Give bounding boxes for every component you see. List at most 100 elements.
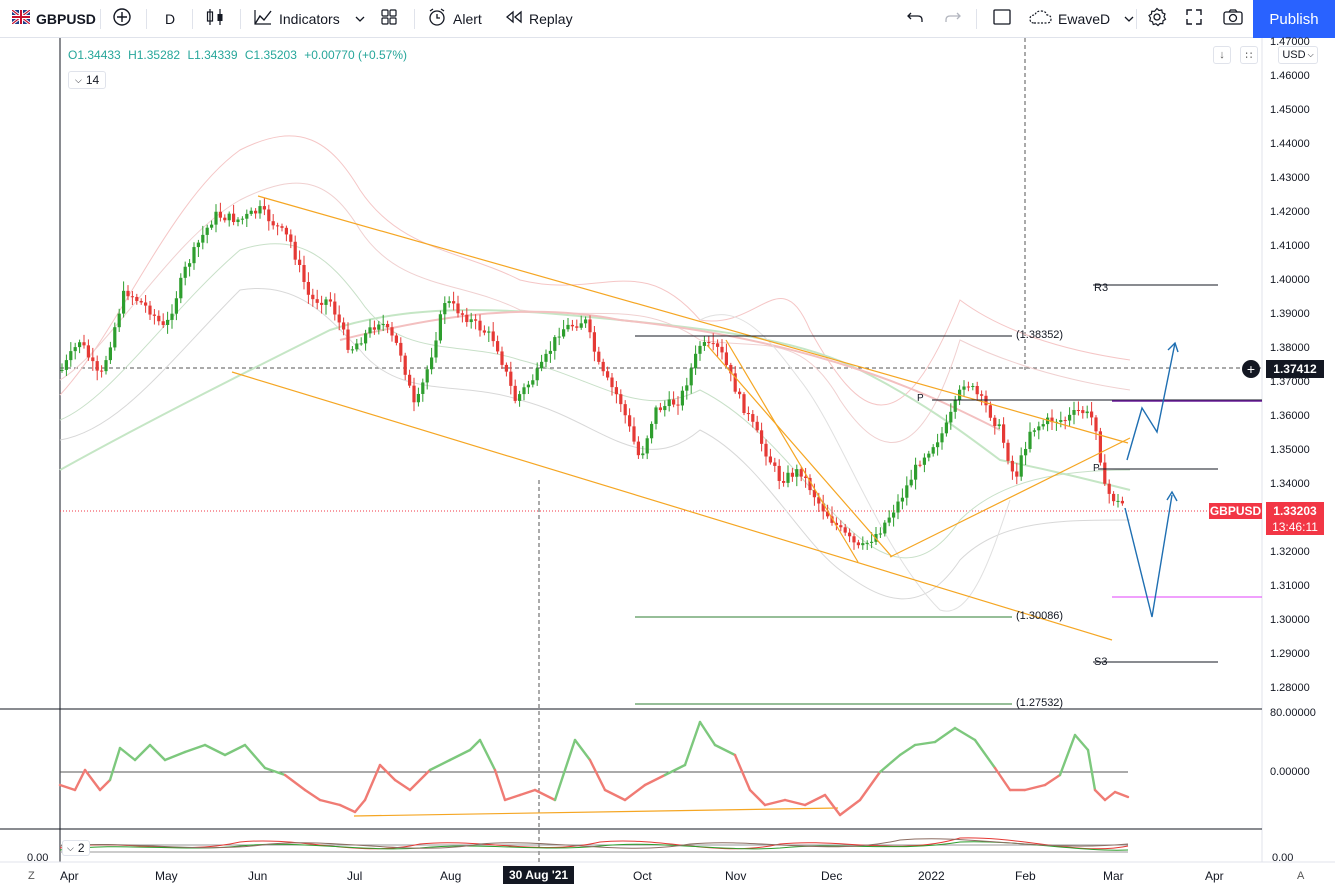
oscillator-segment (428, 758, 452, 772)
candle-body (931, 447, 935, 454)
toolbar-divider (240, 9, 241, 29)
oscillator-segment (448, 748, 472, 762)
candle-body (927, 453, 931, 458)
zoom-button[interactable]: Z (28, 870, 35, 882)
candle-body (478, 320, 482, 331)
arrow-down-icon: ↓ (1219, 49, 1225, 61)
candle-body (980, 394, 984, 396)
layout-menu-button[interactable]: EwaveD (1028, 0, 1134, 38)
price-tick: 1.40000 (1270, 274, 1310, 286)
currency-select[interactable]: USD ⌵ (1278, 46, 1318, 64)
time-tick: Mar (1103, 869, 1124, 883)
candle-body (460, 313, 464, 315)
candle-body (425, 369, 429, 383)
candle-body (249, 210, 253, 214)
plus-circle-icon (112, 7, 132, 31)
time-tick: Jul (347, 869, 363, 883)
undo-button[interactable] (906, 0, 924, 38)
redo-button[interactable] (944, 0, 962, 38)
oscillator-segment (73, 768, 87, 792)
candle-body (755, 421, 759, 431)
candle-body (975, 385, 979, 395)
candle-body (78, 342, 82, 348)
chart-type-button[interactable] (206, 0, 224, 38)
candle-body (399, 342, 403, 356)
fib-label: (1.38352) (1016, 329, 1064, 341)
candle-body (896, 501, 900, 513)
legend-change: +0.00770 (+0.57%) (304, 48, 407, 62)
candle-body (949, 411, 953, 423)
arrow-down-button[interactable]: ↓ (1213, 46, 1231, 64)
candle-body (654, 407, 658, 424)
candle-body (1006, 442, 1010, 461)
snapshot-button[interactable] (1222, 0, 1244, 38)
toolbar-divider (976, 9, 977, 29)
candle-body (1112, 493, 1116, 502)
square-icon (992, 8, 1012, 30)
ohlc-legend: O1.34433 H1.35282 L1.34339 C1.35203 +0.0… (68, 48, 411, 62)
candle-body (447, 301, 451, 304)
oscillator-segment (858, 770, 882, 802)
candle-body (1120, 500, 1124, 504)
settings-button[interactable] (1147, 0, 1167, 38)
chevron-down-icon (1124, 11, 1134, 27)
candle-body (311, 294, 315, 300)
fullscreen-button[interactable] (1185, 0, 1203, 38)
add-alert-button[interactable]: + (1242, 360, 1260, 378)
candle-body (152, 314, 156, 316)
indicators-dropdown[interactable] (355, 0, 365, 38)
price-tick: 1.43000 (1270, 172, 1310, 184)
interval-button[interactable]: D (165, 0, 175, 38)
fullscreen-layout-button[interactable] (992, 0, 1012, 38)
symbol-search[interactable]: GBPUSD (11, 0, 96, 38)
oscillator-segment (603, 788, 627, 802)
candle-body (148, 305, 152, 315)
price-tick: 1.47000 (1270, 36, 1310, 48)
oscillator-length-toggle[interactable]: ⌵ 2 (62, 840, 90, 856)
candle-body (522, 387, 526, 395)
price-chart[interactable] (0, 38, 1335, 893)
candle-body (971, 385, 975, 387)
candle-body (218, 211, 222, 218)
compare-button[interactable] (112, 0, 132, 38)
oscillator-segment (353, 798, 367, 814)
crosshair-price-tag: 1.37412 (1266, 360, 1324, 378)
templates-button[interactable] (380, 0, 398, 38)
oscillator-segment (573, 738, 592, 762)
candle-body (892, 512, 896, 518)
auto-scale-button[interactable]: A (1297, 870, 1304, 882)
oscillator-segment (1103, 790, 1117, 802)
price-tick: 1.30000 (1270, 614, 1310, 626)
candle-body (1002, 424, 1006, 443)
candle-body (870, 541, 874, 543)
candle-body (69, 351, 73, 361)
oscillator-segment (98, 778, 112, 792)
more-button[interactable]: ∷ (1240, 46, 1258, 64)
publish-button[interactable]: Publish (1253, 0, 1335, 38)
candle-body (566, 324, 570, 330)
candle-body (355, 343, 359, 350)
candle-body (887, 517, 891, 523)
candle-body (174, 298, 178, 314)
candle-body (619, 394, 623, 405)
candle-body (1024, 448, 1028, 456)
indicator-length-toggle[interactable]: ⌵ 14 (68, 71, 107, 89)
indicators-button[interactable]: Indicators (253, 0, 340, 38)
replay-button[interactable]: Replay (505, 0, 573, 38)
candle-body (289, 234, 293, 242)
candle-body (192, 247, 196, 264)
candle-body (865, 542, 869, 544)
candle-body (108, 347, 112, 361)
oscillator-segment (1058, 733, 1077, 777)
candle-body (922, 457, 926, 465)
candle-body (381, 323, 385, 325)
candle-body (421, 382, 425, 394)
candle-body (777, 465, 781, 481)
osc2-tick: 0.00 (27, 852, 49, 864)
oscillator-segment (878, 753, 902, 774)
price-tick: 1.38000 (1270, 342, 1310, 354)
toolbar-divider (146, 9, 147, 29)
candle-body (953, 399, 957, 412)
candle-body (610, 377, 614, 388)
alert-button[interactable]: Alert (427, 0, 482, 38)
